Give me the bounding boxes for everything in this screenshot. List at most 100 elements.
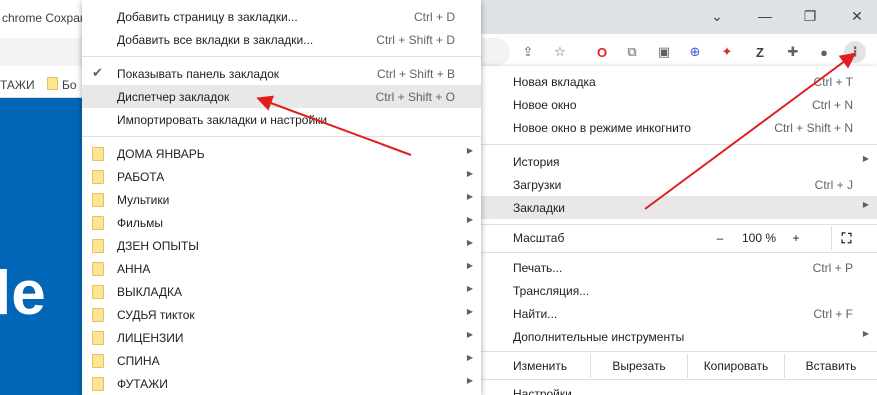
minimize-icon[interactable]: — — [745, 0, 785, 32]
bookmark-folder[interactable]: Мультики ▶ — [82, 188, 481, 211]
chevron-right-icon: ▶ — [466, 146, 473, 155]
bookmark-folder[interactable]: ДЗЕН ОПЫТЫ ▶ — [82, 234, 481, 257]
copy-extension-icon[interactable]: ⧉ — [621, 41, 643, 63]
bookmark-folder[interactable]: Фильмы ▶ — [82, 211, 481, 234]
copy-button[interactable]: Копировать — [687, 354, 784, 378]
star-bookmark-icon[interactable]: ☆ — [549, 41, 571, 63]
menu-item-shortcut: Ctrl + Shift + O — [375, 90, 455, 104]
chevron-right-icon: ▶ — [466, 238, 473, 247]
menu-item-label: Показывать панель закладок — [117, 67, 280, 81]
menu-item-cast[interactable]: Трансляция... — [481, 279, 877, 302]
menu-item-bookmark-manager[interactable]: Диспетчер закладок Ctrl + Shift + O — [82, 85, 481, 108]
share-icon[interactable]: ⇪ — [517, 41, 539, 63]
active-tab[interactable]: chrome Сохран — [0, 0, 84, 34]
folder-icon — [92, 216, 104, 230]
menu-separator — [481, 224, 877, 225]
profile-avatar-icon[interactable]: ● — [813, 41, 835, 63]
folder-icon — [47, 77, 58, 90]
menu-item-show-bookmarks-bar[interactable]: ✔ Показывать панель закладок Ctrl + Shif… — [82, 62, 481, 85]
extensions-puzzle-icon[interactable]: ✚ — [782, 41, 804, 63]
menu-item-label: Добавить все вкладки в закладки... — [117, 33, 314, 47]
folder-icon — [92, 377, 104, 391]
menu-item-shortcut: Ctrl + F — [813, 307, 853, 321]
bookmark-bar-item[interactable]: ТАЖИ — [0, 78, 35, 92]
chevron-right-icon: ▶ — [466, 307, 473, 316]
menu-item-shortcut: Ctrl + J — [814, 178, 853, 192]
page-content: le — [0, 98, 90, 395]
menu-item-label: Импортировать закладки и настройки — [117, 113, 328, 127]
opera-extension-icon[interactable]: O — [591, 41, 613, 63]
tab-search-icon[interactable]: ⌄ — [697, 0, 737, 32]
menu-item-import-bookmarks[interactable]: Импортировать закладки и настройки — [82, 108, 481, 131]
bookmark-folder[interactable]: АННА ▶ — [82, 257, 481, 280]
kebab-menu-icon[interactable]: ⋮ — [844, 41, 866, 63]
paste-button[interactable]: Вставить — [784, 354, 877, 378]
bookmark-folder[interactable]: СУДЬЯ тикток ▶ — [82, 303, 481, 326]
folder-label: ДОМА ЯНВАРЬ — [117, 147, 205, 161]
folder-label: СУДЬЯ тикток — [117, 308, 195, 322]
folder-icon — [92, 262, 104, 276]
bookmark-folder[interactable]: СПИНА ▶ — [82, 349, 481, 372]
bookmark-bar-item[interactable]: Бо — [62, 78, 77, 92]
menu-item-settings[interactable]: Настройки — [481, 382, 877, 395]
media-extension-icon[interactable]: ▣ — [653, 41, 675, 63]
menu-item-history[interactable]: История ▶ — [481, 150, 877, 173]
menu-separator — [481, 379, 877, 380]
checkmark-icon: ✔ — [92, 65, 103, 80]
menu-item-shortcut: Ctrl + D — [413, 10, 455, 24]
menu-item-label: История — [513, 155, 560, 169]
fullscreen-icon[interactable]: ⛶ — [831, 226, 861, 250]
folder-label: Фильмы — [117, 216, 163, 230]
bookmark-folder[interactable]: ВЫКЛАДКА ▶ — [82, 280, 481, 303]
menu-item-shortcut: Ctrl + Shift + D — [376, 33, 455, 47]
folder-label: ЛИЦЕНЗИИ — [117, 331, 184, 345]
restore-icon[interactable]: ❐ — [790, 0, 830, 32]
menu-separator — [481, 144, 877, 145]
globe-extension-icon[interactable]: ⊕ — [684, 41, 706, 63]
menu-item-label: Загрузки — [513, 178, 562, 192]
cut-button[interactable]: Вырезать — [590, 354, 687, 378]
menu-item-new-window[interactable]: Новое окно Ctrl + N — [481, 93, 877, 116]
menu-item-label: Новая вкладка — [513, 75, 596, 89]
menu-item-label: Настройки — [513, 387, 572, 395]
menu-item-shortcut: Ctrl + P — [812, 261, 853, 275]
zoom-row: Масштаб – 100 % + ⛶ — [481, 226, 877, 250]
bookmarks-submenu: Добавить страницу в закладки... Ctrl + D… — [82, 0, 481, 395]
close-icon[interactable]: ✕ — [837, 0, 877, 32]
menu-item-label: Новое окно в режиме инкогнито — [513, 121, 691, 135]
menu-item-bookmark-page[interactable]: Добавить страницу в закладки... Ctrl + D — [82, 5, 481, 28]
zoom-out-button[interactable]: – — [707, 226, 733, 250]
zoom-label: Масштаб — [513, 231, 565, 245]
menu-separator — [82, 136, 481, 137]
menu-item-new-tab[interactable]: Новая вкладка Ctrl + T — [481, 70, 877, 93]
menu-item-label: Диспетчер закладок — [117, 90, 230, 104]
z-extension-icon[interactable]: Z — [749, 41, 771, 63]
folder-label: ДЗЕН ОПЫТЫ — [117, 239, 199, 253]
menu-item-downloads[interactable]: Загрузки Ctrl + J — [481, 173, 877, 196]
page-heading-fragment: le — [0, 259, 46, 328]
folder-label: РАБОТА — [117, 170, 165, 184]
red-extension-icon[interactable]: ✦ — [716, 41, 738, 63]
bookmark-folder[interactable]: РАБОТА ▶ — [82, 165, 481, 188]
chevron-right-icon: ▶ — [466, 261, 473, 270]
chevron-right-icon: ▶ — [466, 169, 473, 178]
bookmark-folder[interactable]: ФУТАЖИ ▶ — [82, 372, 481, 395]
menu-item-bookmark-all-tabs[interactable]: Добавить все вкладки в закладки... Ctrl … — [82, 28, 481, 51]
menu-item-print[interactable]: Печать... Ctrl + P — [481, 256, 877, 279]
menu-item-incognito[interactable]: Новое окно в режиме инкогнито Ctrl + Shi… — [481, 116, 877, 139]
folder-label: Мультики — [117, 193, 170, 207]
zoom-in-button[interactable]: + — [783, 226, 809, 250]
menu-item-find[interactable]: Найти... Ctrl + F — [481, 302, 877, 325]
menu-item-more-tools[interactable]: Дополнительные инструменты ▶ — [481, 325, 877, 348]
menu-item-label: Добавить страницу в закладки... — [117, 10, 298, 24]
bookmark-folder[interactable]: ДОМА ЯНВАРЬ ▶ — [82, 142, 481, 165]
menu-item-label: Новое окно — [513, 98, 577, 112]
menu-item-shortcut: Ctrl + T — [813, 75, 853, 89]
menu-item-bookmarks[interactable]: Закладки ▶ — [481, 196, 877, 219]
folder-icon — [92, 239, 104, 253]
folder-icon — [92, 193, 104, 207]
folder-label: ФУТАЖИ — [117, 377, 168, 391]
bookmark-folder[interactable]: ЛИЦЕНЗИИ ▶ — [82, 326, 481, 349]
chevron-right-icon: ▶ — [466, 353, 473, 362]
menu-separator — [481, 351, 877, 352]
